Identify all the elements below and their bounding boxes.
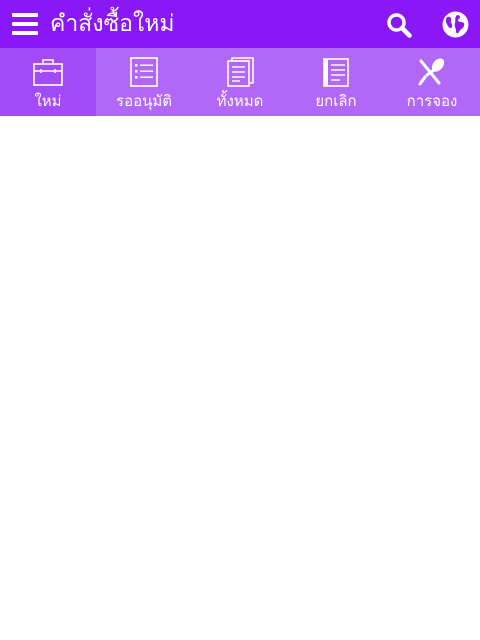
app-bar: คำสั่งซื้อใหม่: [0, 0, 480, 48]
tab-pending-approval[interactable]: รออนุมัติ: [96, 48, 192, 116]
page-title: คำสั่งซื้อใหม่: [50, 11, 175, 37]
tab-new[interactable]: ใหม่: [0, 48, 96, 116]
search-button[interactable]: [386, 12, 412, 38]
tab-cancelled[interactable]: ยกเลิก: [288, 48, 384, 116]
tab-all-label: ทั้งหมด: [216, 92, 264, 110]
notebook-icon: [323, 58, 349, 87]
checklist-icon: [130, 57, 158, 87]
globe-icon: [442, 11, 469, 38]
order-list-area: [0, 116, 480, 640]
tab-cancelled-label: ยกเลิก: [315, 92, 357, 110]
tab-bar: ใหม่ รออนุมัติ ทั้งหมด ยกเลิก การจอง: [0, 48, 480, 116]
hamburger-menu-icon: [12, 13, 38, 17]
language-button[interactable]: [442, 11, 469, 38]
search-icon: [387, 13, 412, 38]
tab-reservations[interactable]: การจอง: [384, 48, 480, 116]
utensils-icon: [418, 58, 445, 86]
documents-icon: [227, 57, 254, 87]
tab-reservations-label: การจอง: [406, 92, 458, 110]
tab-new-label: ใหม่: [34, 92, 62, 110]
tab-pending-approval-label: รออนุมัติ: [116, 92, 172, 110]
menu-button[interactable]: [12, 13, 38, 35]
tab-all[interactable]: ทั้งหมด: [192, 48, 288, 116]
briefcase-icon: [33, 59, 63, 86]
